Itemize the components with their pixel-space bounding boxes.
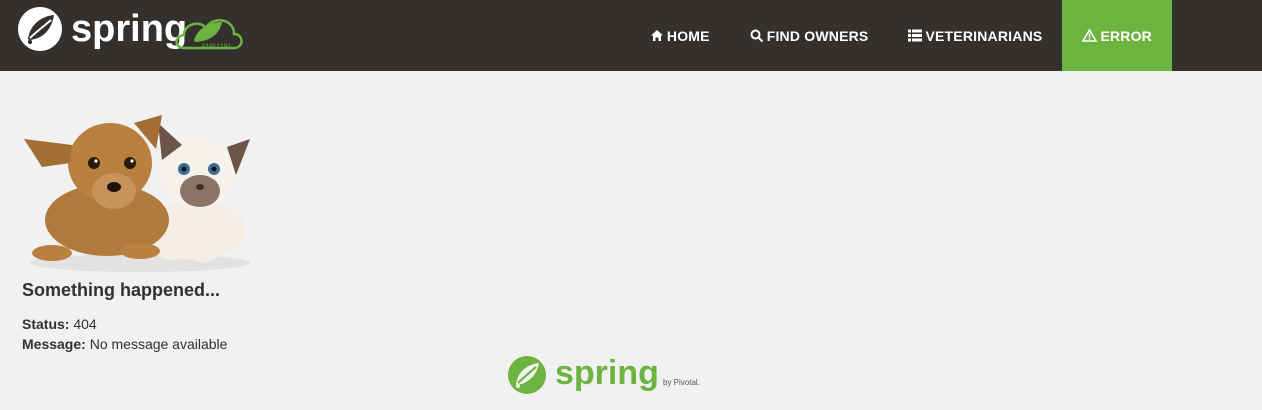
footer-spring-by-pivotal-logo: spring by Pivotal. <box>507 352 712 401</box>
warning-icon <box>1082 29 1098 42</box>
nav-home[interactable]: HOME <box>630 0 730 71</box>
footer-byline: by Pivotal. <box>663 378 700 387</box>
nav-error[interactable]: ERROR <box>1062 0 1172 71</box>
home-icon <box>650 29 664 42</box>
message-label: Message: <box>22 336 86 352</box>
spring-logo: spring 01011101 <box>18 7 243 51</box>
nav-home-label: HOME <box>666 27 710 44</box>
search-icon <box>750 29 764 43</box>
status-line: Status: 404 <box>22 316 97 332</box>
spring-logo-link[interactable]: spring 01011101 <box>16 6 248 54</box>
nav-find-owners[interactable]: FIND OWNERS <box>730 0 889 71</box>
message-line: Message: No message available <box>22 336 227 352</box>
page-title: Something happened... <box>22 280 221 300</box>
pets-image <box>22 105 254 275</box>
nav-find-owners-label: FIND OWNERS <box>766 27 869 44</box>
message-value: No message available <box>89 336 228 352</box>
status-value: 404 <box>73 316 97 332</box>
nav-veterinarians[interactable]: VETERINARIANS <box>888 0 1062 71</box>
list-icon <box>908 29 923 42</box>
nav-veterinarians-label: VETERINARIANS <box>925 27 1043 44</box>
status-label: Status: <box>22 316 70 332</box>
svg-text:01011101: 01011101 <box>202 43 231 50</box>
footer-spring-text: spring <box>555 354 659 392</box>
nav-error-label: ERROR <box>1100 27 1152 44</box>
nav-menu: HOME FIND OWNERS VETERINARIANS ERROR <box>630 0 1172 71</box>
navbar: spring 01011101 HOME FIND OWNERS VETERIN… <box>0 0 1262 71</box>
svg-text:spring: spring <box>71 8 187 50</box>
